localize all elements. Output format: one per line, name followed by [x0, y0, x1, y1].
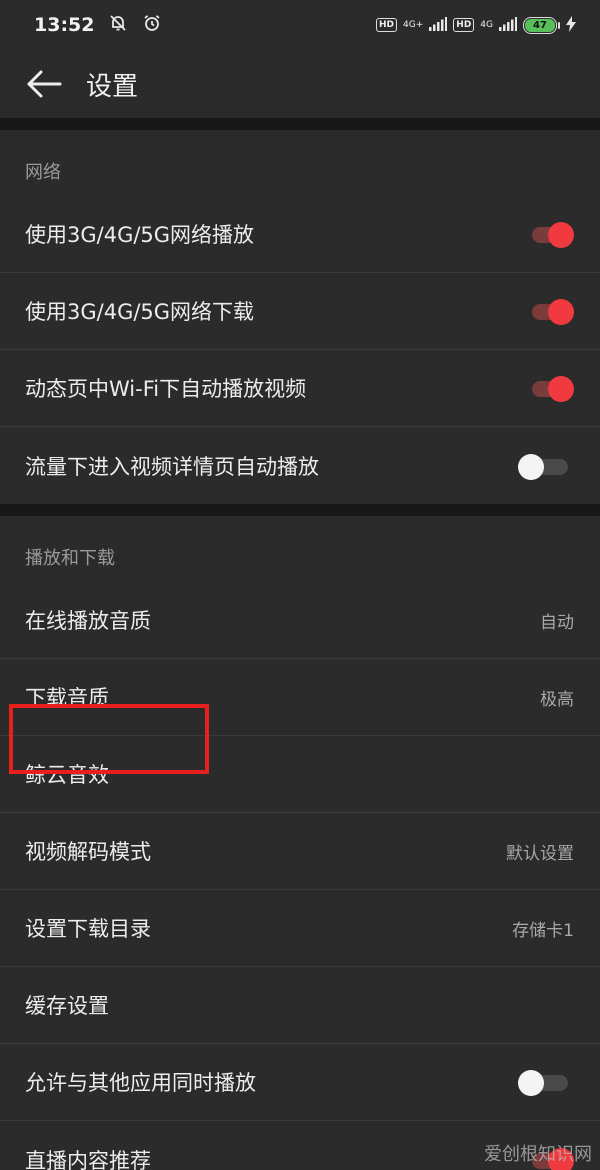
signal-icon-2: [499, 16, 517, 34]
setting-value: 自动: [540, 612, 574, 633]
toggle-switch[interactable]: [518, 1070, 570, 1096]
section-title-playback: 播放和下载: [25, 548, 115, 569]
status-bar: 13:52 HD 4G+ HD 4G 47: [0, 0, 600, 50]
setting-label: 使用3G/4G/5G网络下载: [25, 300, 255, 324]
setting-row-download-directory[interactable]: 设置下载目录 存储卡1: [0, 890, 600, 967]
setting-value: 默认设置: [506, 843, 574, 864]
network-type-label-2: 4G: [480, 19, 493, 30]
setting-label: 使用3G/4G/5G网络播放: [25, 223, 255, 247]
toggle-switch[interactable]: [528, 376, 574, 402]
setting-label: 缓存设置: [25, 994, 109, 1018]
battery-level: 47: [525, 18, 555, 32]
setting-label: 视频解码模式: [25, 840, 151, 864]
setting-row-autoplay-wifi[interactable]: 动态页中Wi-Fi下自动播放视频: [0, 350, 600, 427]
setting-row-cache[interactable]: 缓存设置: [0, 967, 600, 1044]
setting-row-concurrent-playback[interactable]: 允许与其他应用同时播放: [0, 1044, 600, 1121]
setting-label: 允许与其他应用同时播放: [25, 1071, 256, 1095]
setting-label: 动态页中Wi-Fi下自动播放视频: [25, 377, 307, 401]
section-network: 网络 使用3G/4G/5G网络播放 使用3G/4G/5G网络下载 动态页中Wi-…: [0, 130, 600, 504]
signal-icon: [429, 16, 448, 34]
setting-value: 极高: [540, 689, 574, 710]
status-left: 13:52: [34, 13, 162, 38]
setting-label: 流量下进入视频详情页自动播放: [25, 454, 319, 479]
setting-label: 在线播放音质: [25, 609, 151, 633]
section-divider: [0, 118, 600, 130]
setting-row-online-quality[interactable]: 在线播放音质 自动: [0, 582, 600, 659]
toggle-switch[interactable]: [518, 453, 570, 480]
setting-row-download-quality[interactable]: 下载音质 极高: [0, 659, 600, 736]
bell-off-icon: [108, 13, 128, 38]
setting-label: 鲸云音效: [25, 763, 109, 787]
toggle-switch[interactable]: [528, 299, 574, 325]
status-time: 13:52: [34, 14, 95, 36]
section-playback-download: 播放和下载 在线播放音质 自动 下载音质 极高 鲸云音效 视频解码模式 默认设置…: [0, 516, 600, 1170]
setting-label: 下载音质: [25, 686, 109, 710]
status-right: HD 4G+ HD 4G 47: [376, 15, 576, 35]
section-divider: [0, 504, 600, 516]
setting-row-sound-effect[interactable]: 鲸云音效: [0, 736, 600, 813]
setting-label: 设置下载目录: [25, 917, 151, 941]
setting-row-play-mobile-network[interactable]: 使用3G/4G/5G网络播放: [0, 196, 600, 273]
setting-row-autoplay-data[interactable]: 流量下进入视频详情页自动播放: [0, 427, 600, 504]
network-type-label: 4G+: [403, 19, 424, 30]
battery-indicator: 47: [523, 16, 560, 34]
setting-row-video-decoding[interactable]: 视频解码模式 默认设置: [0, 813, 600, 890]
toggle-switch[interactable]: [528, 222, 574, 248]
alarm-clock-icon: [142, 13, 162, 38]
charging-icon: [566, 15, 576, 35]
setting-value: 存储卡1: [512, 920, 574, 941]
watermark: 爱创根知识网: [484, 1144, 592, 1165]
arrow-left-icon: [27, 70, 62, 98]
back-button[interactable]: [24, 64, 64, 104]
section-title-network: 网络: [25, 162, 61, 183]
hd-badge: HD: [376, 18, 398, 32]
hd-badge-2: HD: [453, 18, 475, 32]
setting-row-download-mobile-network[interactable]: 使用3G/4G/5G网络下载: [0, 273, 600, 350]
setting-label: 直播内容推荐: [25, 1148, 151, 1170]
app-bar: 设置: [0, 50, 600, 118]
page-title: 设置: [86, 71, 139, 102]
